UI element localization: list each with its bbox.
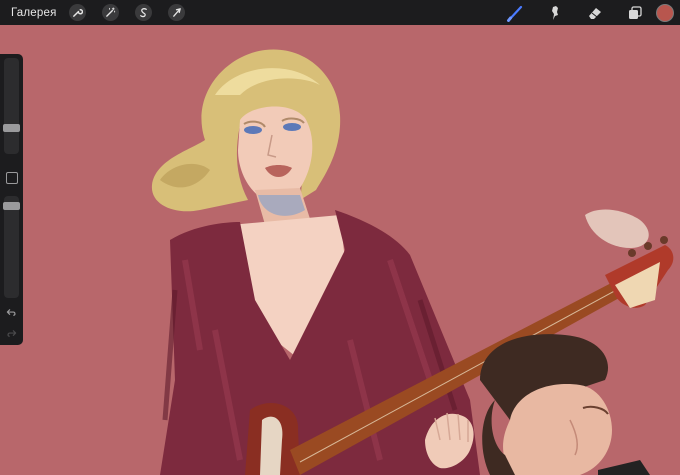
eraser-icon [589,7,601,19]
selection-icon [139,8,147,18]
man-head [480,334,650,475]
color-picker-button[interactable] [656,3,674,22]
top-toolbar: Галерея [0,0,680,25]
eraser-tool-button[interactable] [584,2,606,24]
brush-icon [507,5,523,22]
magic-wand-icon [105,7,115,17]
smudge-tool-button[interactable] [544,2,566,24]
tool-group [504,0,680,25]
transform-arrow-icon [172,8,181,17]
brush-tool-button[interactable] [504,2,526,24]
layers-button[interactable] [624,2,646,24]
smudge-icon [552,5,558,20]
drawing-canvas[interactable] [0,25,680,475]
layers-icon [629,5,642,19]
wrench-icon [72,9,83,17]
adjustments-button[interactable] [101,4,119,21]
selection-button[interactable] [134,4,152,21]
gallery-button[interactable]: Галерея [11,7,57,19]
actions-button[interactable] [68,4,86,21]
transform-button[interactable] [167,4,185,21]
woman-face [238,106,313,235]
